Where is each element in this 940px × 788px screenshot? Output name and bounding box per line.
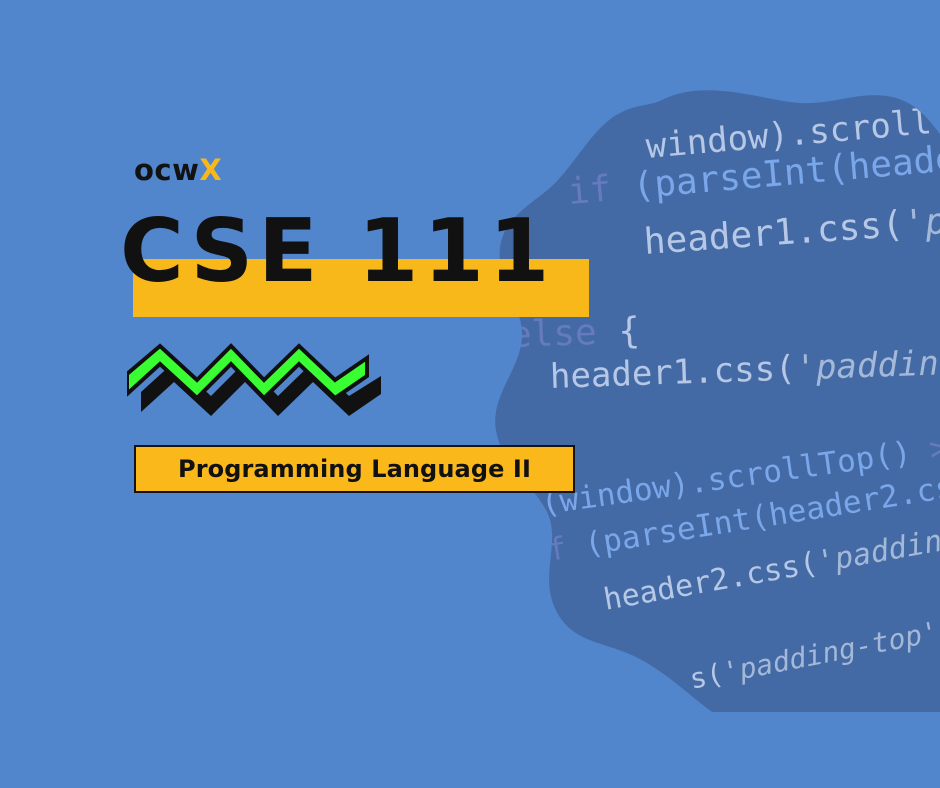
logo-base-text: ocw [134,153,200,187]
ocwx-logo: ocwX [134,156,222,185]
course-title-block: CSE 111 [118,208,618,328]
course-code-title: CSE 111 [120,200,555,302]
promo-canvas: window).scrollTop() > if (parseInt(heade… [0,0,940,788]
course-name-box: Programming Language II [134,445,575,493]
course-name: Programming Language II [178,455,531,483]
code-line-9: s('padding-top', ' [686,611,940,696]
code-line-3: header1.css('padding [642,191,940,263]
logo-accent-letter: X [199,153,223,187]
zigzag-icon [127,343,381,416]
code-snippet-background: window).scrollTop() > if (parseInt(heade… [492,84,940,712]
